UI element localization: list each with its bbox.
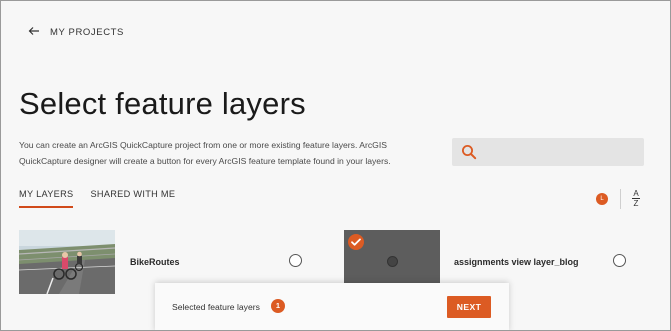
sort-divider — [620, 189, 621, 209]
selection-label: Selected feature layers — [172, 302, 260, 312]
az-sort-icon[interactable]: A Z — [629, 189, 643, 208]
search-input[interactable] — [452, 138, 644, 166]
next-button[interactable]: NEXT — [447, 296, 491, 318]
tab-shared-with-me[interactable]: SHARED WITH ME — [90, 189, 175, 208]
layer-select-radio[interactable] — [613, 254, 626, 267]
app-window: MY PROJECTS Select feature layers You ca… — [0, 0, 671, 331]
layer-point-icon — [387, 256, 398, 267]
layer-thumbnail — [19, 230, 115, 294]
checkmark-icon — [348, 234, 364, 250]
layer-select-radio[interactable] — [289, 254, 302, 267]
page-title: Select feature layers — [19, 86, 306, 121]
layer-tabs: MY LAYERS SHARED WITH ME — [19, 189, 192, 208]
page-description: You can create an ArcGIS QuickCapture pr… — [19, 140, 391, 166]
search-icon — [461, 144, 477, 160]
back-nav[interactable]: MY PROJECTS — [28, 25, 124, 39]
recent-sort-icon[interactable]: L — [596, 193, 608, 205]
selection-count-badge: 1 — [271, 299, 285, 313]
layer-name: BikeRoutes — [130, 257, 180, 267]
arrow-left-icon[interactable] — [28, 25, 42, 39]
tab-my-layers[interactable]: MY LAYERS — [19, 189, 74, 208]
layer-name: assignments view layer_blog — [454, 257, 579, 267]
selection-bar: Selected feature layers 1 NEXT — [155, 283, 509, 330]
az-sort-top: A — [633, 189, 639, 198]
back-link-label[interactable]: MY PROJECTS — [50, 27, 124, 38]
az-sort-bottom: Z — [633, 199, 639, 208]
